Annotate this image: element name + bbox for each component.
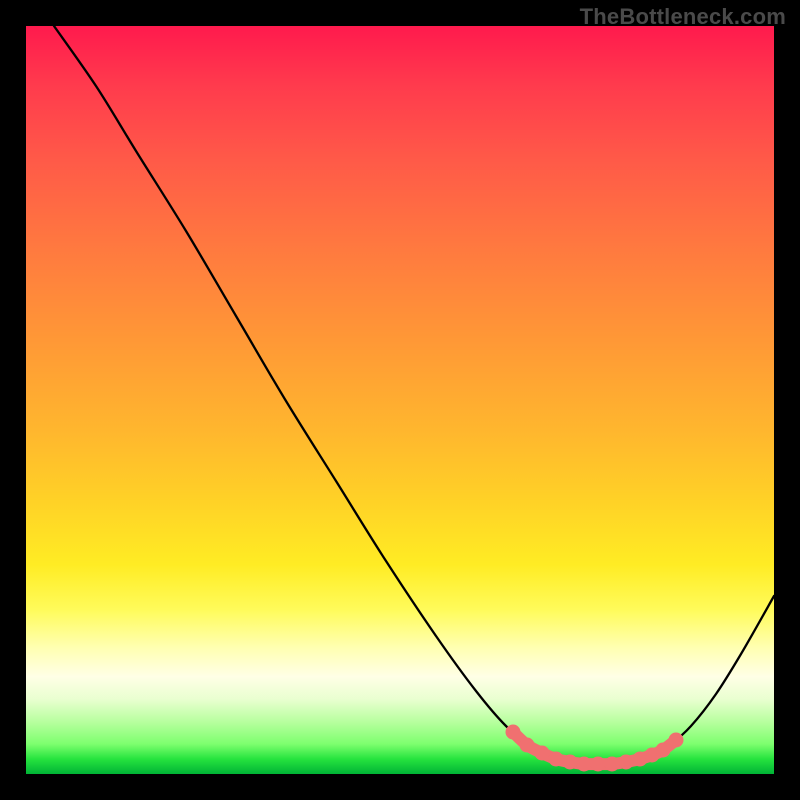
optimal-dot	[506, 725, 521, 740]
optimal-dot	[577, 757, 592, 772]
optimal-dot	[591, 757, 606, 772]
optimal-dot	[656, 743, 671, 758]
optimal-dot	[619, 755, 634, 770]
curve-svg	[26, 26, 774, 774]
watermark-text: TheBottleneck.com	[580, 4, 786, 30]
bottleneck-curve	[54, 26, 774, 764]
optimal-dot	[549, 752, 564, 767]
optimal-dot	[669, 733, 684, 748]
optimal-dot	[520, 738, 535, 753]
optimal-dot	[535, 746, 550, 761]
optimal-dot	[605, 757, 620, 772]
optimal-region-dots	[506, 725, 684, 772]
plot-area	[26, 26, 774, 774]
chart-frame: TheBottleneck.com	[0, 0, 800, 800]
optimal-dot	[563, 755, 578, 770]
